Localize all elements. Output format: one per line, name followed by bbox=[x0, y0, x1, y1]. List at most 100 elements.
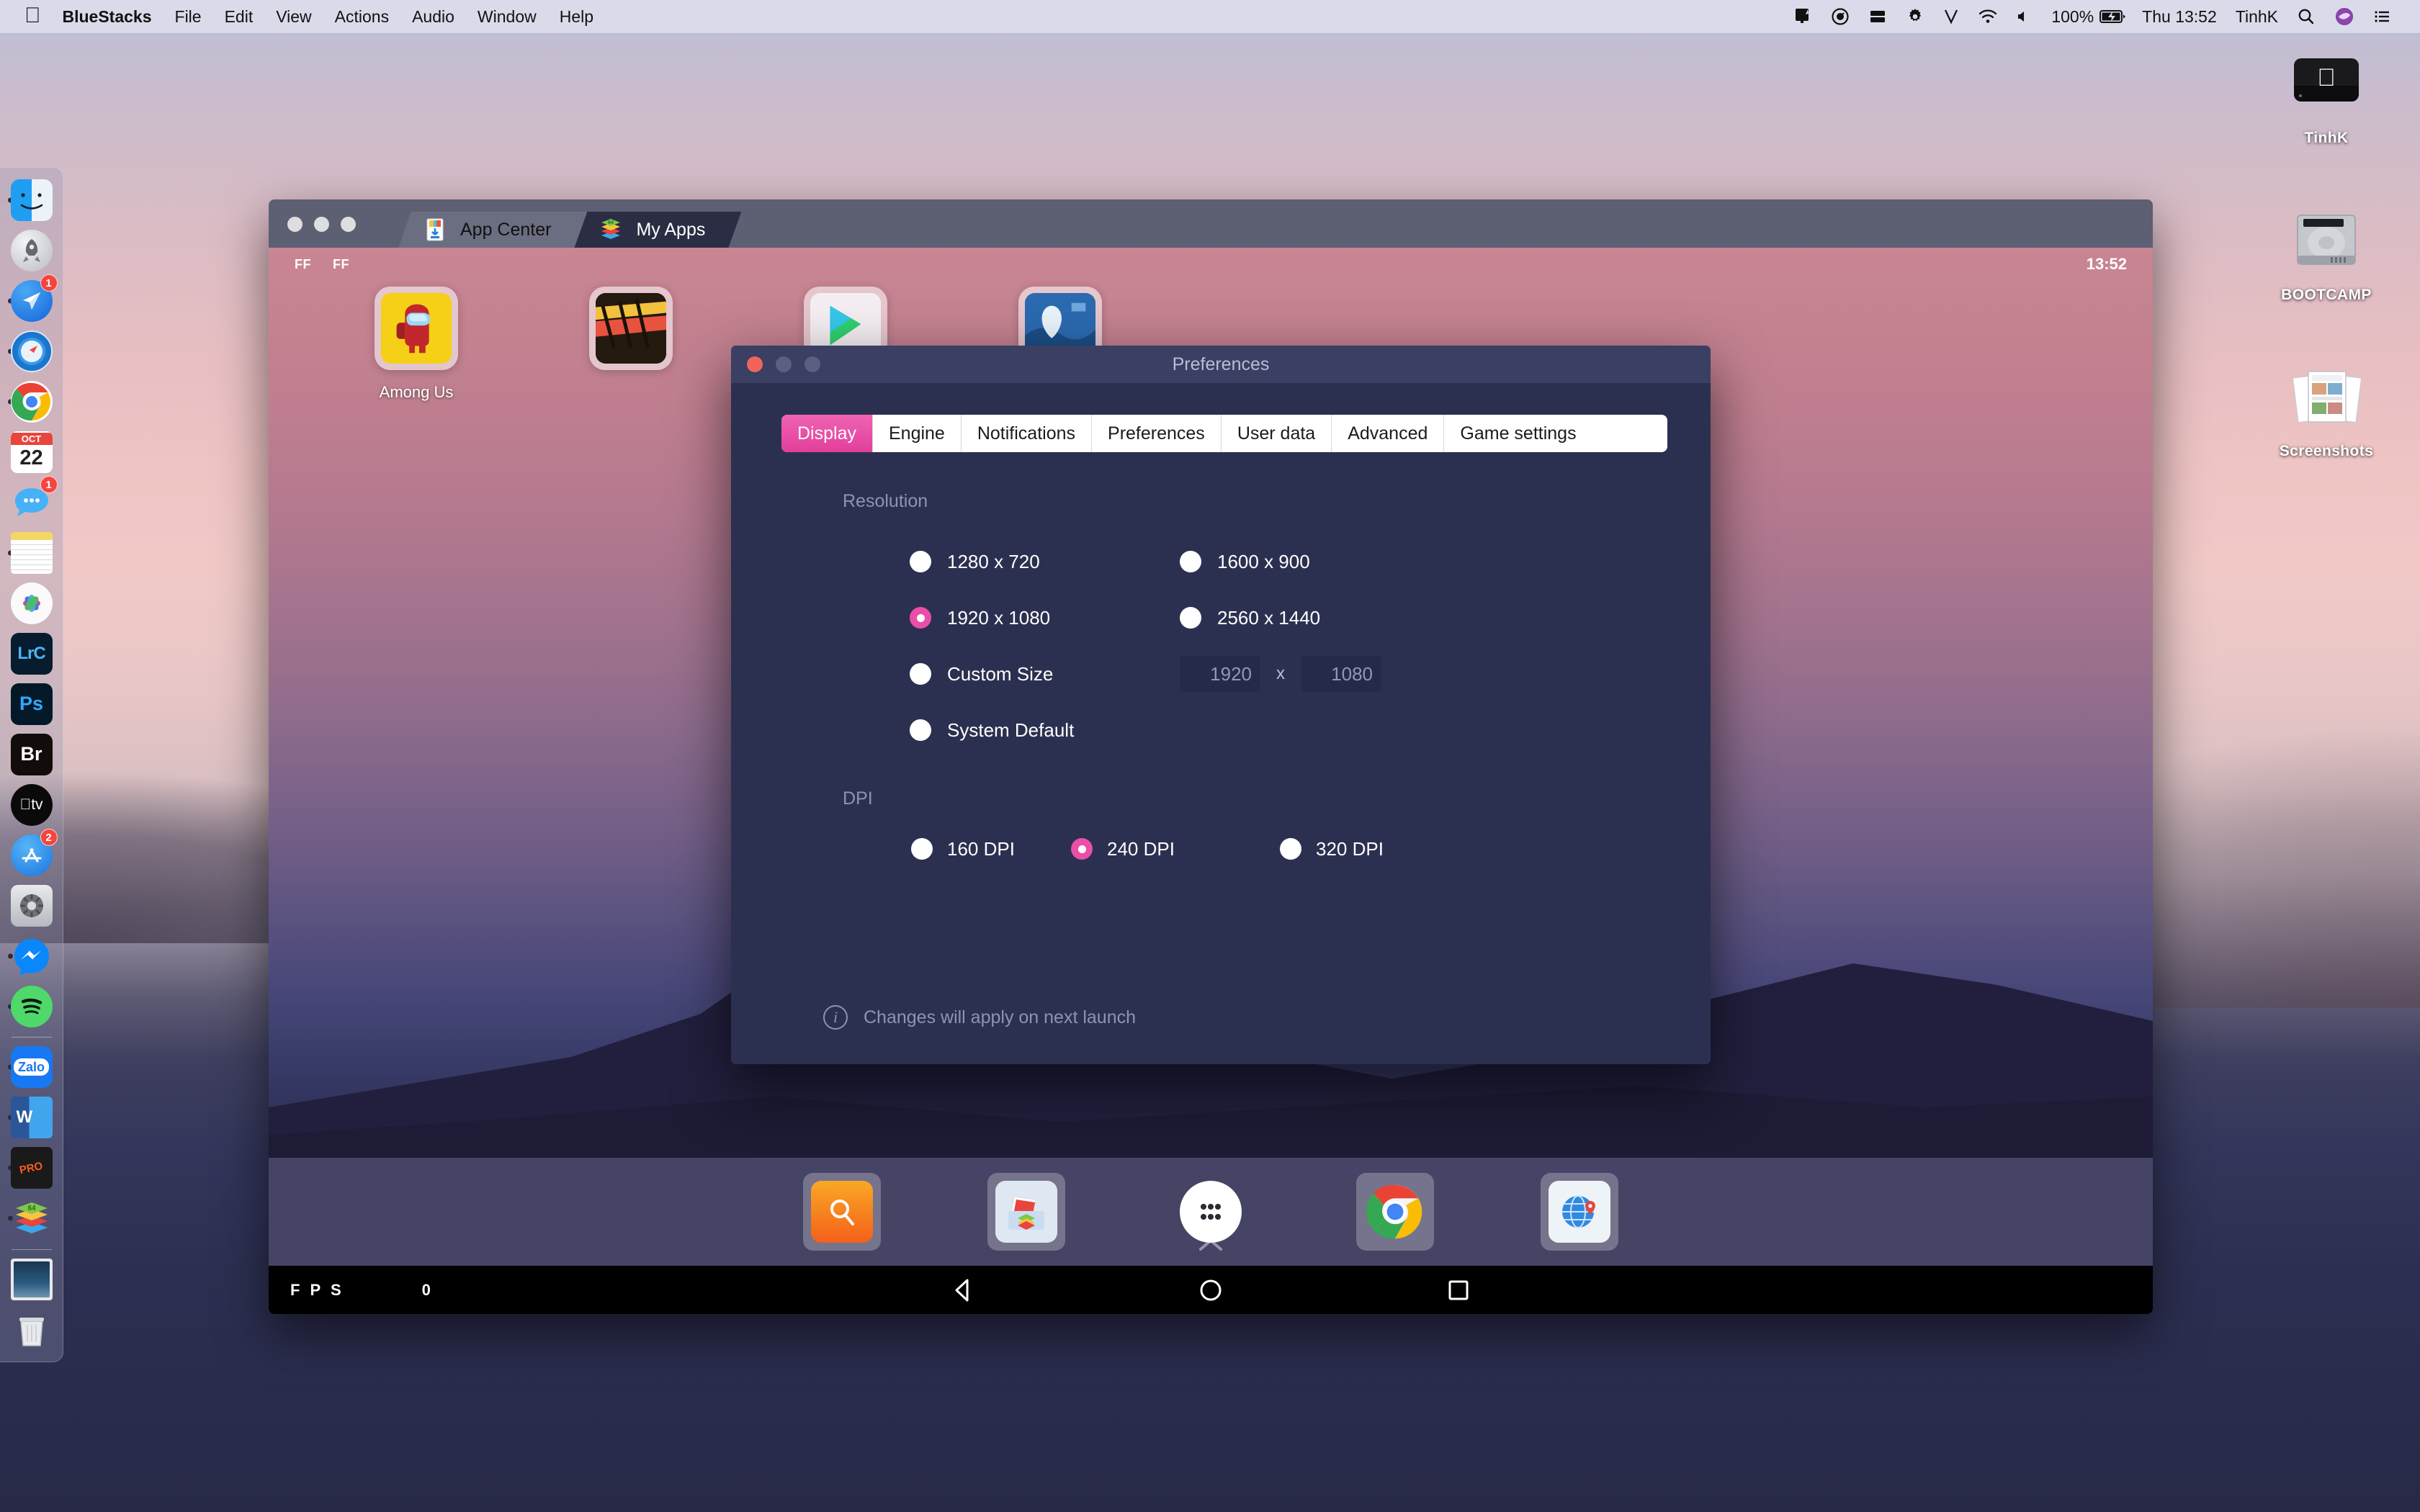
dock-app-drawer-button[interactable] bbox=[1172, 1173, 1250, 1251]
volume-icon[interactable] bbox=[2007, 0, 2042, 34]
dock-item-lightroom-classic[interactable]: LrC bbox=[6, 629, 57, 678]
custom-size-inputs[interactable]: 1920 x 1080 bbox=[1180, 656, 1381, 692]
tab-user-data[interactable]: User data bbox=[1221, 415, 1332, 452]
dock-item-messenger[interactable] bbox=[6, 931, 57, 981]
tab-engine[interactable]: Engine bbox=[872, 415, 962, 452]
desktop-icon-screenshots[interactable]: Screenshots bbox=[2254, 356, 2398, 460]
menu-item-file[interactable]: File bbox=[163, 0, 213, 34]
dock-item-app-store[interactable]: 2 bbox=[6, 829, 58, 880]
dock-item-photos[interactable] bbox=[6, 578, 57, 628]
menu-item-window[interactable]: Window bbox=[466, 0, 548, 34]
radio-option-320-dpi[interactable]: 320 DPI bbox=[1280, 838, 1384, 860]
tab-preferences[interactable]: Preferences bbox=[1092, 415, 1222, 452]
dock-item-system-preferences[interactable] bbox=[6, 881, 57, 930]
menu-item-actions[interactable]: Actions bbox=[323, 0, 400, 34]
radio-option-1600x900[interactable]: 1600 x 900 bbox=[1180, 551, 1453, 573]
gear-icon[interactable] bbox=[1896, 0, 1934, 34]
close-button[interactable] bbox=[747, 356, 763, 372]
dock-item-photoshop[interactable]: Ps bbox=[6, 679, 57, 729]
radio-indicator[interactable] bbox=[1071, 838, 1093, 860]
app-among-us[interactable]: Among Us bbox=[348, 287, 485, 402]
dock-item-downloads-stack[interactable] bbox=[6, 1255, 57, 1305]
radio-indicator[interactable] bbox=[1280, 838, 1301, 860]
dock-browser-button[interactable] bbox=[1541, 1173, 1618, 1251]
preferences-tab-bar[interactable]: Display Engine Notifications Preferences… bbox=[781, 415, 1667, 452]
radio-indicator[interactable] bbox=[910, 719, 931, 741]
dock-item-apple-tv[interactable]: tv bbox=[6, 780, 57, 829]
app-2[interactable] bbox=[563, 287, 699, 402]
tab-app-center[interactable]: App Center bbox=[398, 212, 587, 248]
bluestacks-dock[interactable] bbox=[269, 1158, 2153, 1266]
radio-option-1920x1080[interactable]: 1920 x 1080 bbox=[910, 607, 1180, 629]
dock-search-button[interactable] bbox=[803, 1173, 881, 1251]
dock-media-manager-button[interactable] bbox=[987, 1173, 1065, 1251]
menu-item-edit[interactable]: Edit bbox=[213, 0, 265, 34]
menu-item-view[interactable]: View bbox=[264, 0, 323, 34]
maximize-button[interactable] bbox=[805, 356, 820, 372]
apple-logo-icon[interactable]:  bbox=[24, 0, 51, 35]
radio-indicator[interactable] bbox=[910, 551, 931, 572]
dock-item-trash[interactable] bbox=[6, 1305, 57, 1355]
dock-item-spotify[interactable] bbox=[6, 981, 57, 1031]
radio-indicator[interactable] bbox=[910, 663, 931, 685]
menu-item-help[interactable]: Help bbox=[548, 0, 605, 34]
dock-chrome-button[interactable] bbox=[1356, 1173, 1434, 1251]
close-button[interactable] bbox=[287, 217, 302, 232]
radio-indicator[interactable] bbox=[1180, 551, 1201, 572]
search-icon[interactable] bbox=[2287, 0, 2325, 34]
radio-indicator[interactable] bbox=[910, 607, 931, 629]
dock-item-spark-mail[interactable]: 1 bbox=[6, 274, 58, 325]
radio-option-custom-size[interactable]: Custom Size bbox=[910, 663, 1180, 685]
dock-item-launchpad[interactable] bbox=[6, 225, 57, 275]
tab-display[interactable]: Display bbox=[781, 415, 873, 452]
desktop-icon-tinhk[interactable]:  TinhK bbox=[2254, 43, 2398, 147]
dock-item-messages[interactable]: 1 bbox=[6, 476, 58, 527]
macos-dock[interactable]: 1 OCT 22 1 LrC Ps Br tv 2 Zalo W PRO 64 bbox=[0, 167, 63, 1362]
radio-indicator[interactable] bbox=[1180, 607, 1201, 629]
window-controls[interactable] bbox=[747, 356, 820, 372]
nav-back-button[interactable] bbox=[947, 1274, 979, 1306]
tab-advanced[interactable]: Advanced bbox=[1332, 415, 1445, 452]
dock-item-jpegmini-pro[interactable]: PRO bbox=[6, 1143, 57, 1193]
radio-option-160-dpi[interactable]: 160 DPI bbox=[911, 838, 1071, 860]
info-icon: i bbox=[823, 1005, 848, 1030]
tab-my-apps[interactable]: 64 My Apps bbox=[574, 212, 741, 248]
dock-item-zalo[interactable]: Zalo bbox=[6, 1043, 57, 1092]
window-controls[interactable] bbox=[287, 217, 356, 232]
siri-icon[interactable] bbox=[2325, 0, 2364, 34]
minimize-button[interactable] bbox=[776, 356, 792, 372]
vpn-icon[interactable] bbox=[1934, 0, 1968, 34]
dock-item-bluestacks[interactable]: 64 bbox=[6, 1194, 57, 1243]
custom-height-input[interactable]: 1080 bbox=[1301, 656, 1381, 692]
maximize-button[interactable] bbox=[341, 217, 356, 232]
dock-item-finder[interactable] bbox=[6, 175, 57, 225]
radio-option-240-dpi[interactable]: 240 DPI bbox=[1071, 838, 1280, 860]
menu-item-bluestacks[interactable]: BlueStacks bbox=[51, 0, 163, 34]
radio-option-system-default[interactable]: System Default bbox=[910, 719, 1180, 742]
nav-home-button[interactable] bbox=[1195, 1274, 1227, 1306]
battery-status[interactable]: 100% bbox=[2042, 0, 2133, 34]
menubar-user[interactable]: TinhK bbox=[2226, 0, 2287, 34]
display-icon[interactable] bbox=[1784, 0, 1821, 34]
dock-item-chrome[interactable] bbox=[6, 377, 57, 426]
radio-option-2560x1440[interactable]: 2560 x 1440 bbox=[1180, 607, 1453, 629]
wifi-icon[interactable] bbox=[1968, 0, 2007, 34]
radio-indicator[interactable] bbox=[911, 838, 933, 860]
minimize-button[interactable] bbox=[314, 217, 329, 232]
tab-notifications[interactable]: Notifications bbox=[961, 415, 1093, 452]
dock-item-bridge[interactable]: Br bbox=[6, 729, 57, 779]
custom-width-input[interactable]: 1920 bbox=[1180, 656, 1260, 692]
menubar-clock[interactable]: Thu 13:52 bbox=[2133, 0, 2226, 34]
notification-center-icon[interactable] bbox=[2364, 0, 2401, 34]
tab-game-settings[interactable]: Game settings bbox=[1444, 415, 1592, 452]
dock-item-notes[interactable] bbox=[6, 528, 57, 577]
dock-item-safari[interactable] bbox=[6, 326, 57, 376]
drive-icon[interactable] bbox=[1859, 0, 1896, 34]
dock-item-calendar[interactable]: OCT 22 bbox=[6, 427, 57, 477]
menu-item-audio[interactable]: Audio bbox=[400, 0, 466, 34]
nav-recents-button[interactable] bbox=[1443, 1274, 1474, 1306]
desktop-icon-bootcamp[interactable]: BOOTCAMP bbox=[2254, 200, 2398, 304]
radio-option-1280x720[interactable]: 1280 x 720 bbox=[910, 551, 1180, 573]
time-machine-icon[interactable] bbox=[1821, 0, 1859, 34]
dock-item-word[interactable]: W bbox=[6, 1093, 57, 1143]
